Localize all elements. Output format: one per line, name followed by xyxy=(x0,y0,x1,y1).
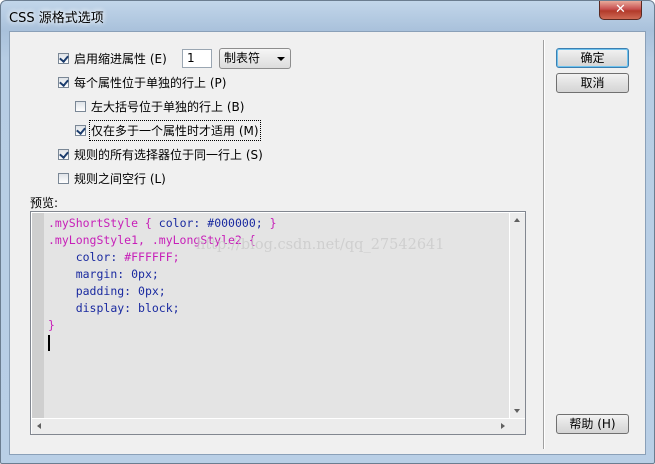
checkbox-checked-icon[interactable] xyxy=(75,124,86,136)
checkbox-checked-icon[interactable] xyxy=(58,148,69,160)
close-button[interactable]: ✕ xyxy=(599,1,642,20)
code-value: #000000; xyxy=(207,216,263,230)
code-brace: } xyxy=(48,318,55,332)
scroll-down-arrow-icon[interactable] xyxy=(514,409,520,413)
title-bar[interactable]: CSS 源格式选项 ✕ xyxy=(1,1,654,31)
code-value: #FFFFFF; xyxy=(124,250,180,264)
css-format-dialog: CSS 源格式选项 ✕ 启用缩进属性 (E) 1 制表符 每个属性位于单独的行上… xyxy=(0,0,655,464)
indent-size-input[interactable]: 1 xyxy=(182,49,212,68)
option-blank-line[interactable]: 规则之间空行 (L) xyxy=(58,169,166,187)
text-caret xyxy=(48,334,50,351)
code-value: 0px; xyxy=(131,267,159,281)
code-property: margin: xyxy=(75,267,125,281)
cancel-button[interactable]: 取消 xyxy=(556,73,629,93)
preview-pane[interactable]: .myShortStyle { color: #000000; } .myLon… xyxy=(30,211,526,435)
ok-button[interactable]: 确定 xyxy=(556,48,629,68)
watermark: http://blog.csdn.net/qq_27542641 xyxy=(196,237,445,253)
vertical-scrollbar[interactable] xyxy=(510,213,525,418)
dialog-body: 启用缩进属性 (E) 1 制表符 每个属性位于单独的行上 (P) 左大括号位于单… xyxy=(9,31,646,455)
option-left-brace[interactable]: 左大括号位于单独的行上 (B) xyxy=(75,97,244,115)
code-line-8 xyxy=(48,334,509,351)
code-line-4: margin: 0px; xyxy=(48,266,509,283)
checkbox-unchecked-icon[interactable] xyxy=(58,172,69,184)
checkbox-checked-icon[interactable] xyxy=(58,76,69,88)
vertical-divider xyxy=(543,40,545,449)
checkbox-unchecked-icon[interactable] xyxy=(75,100,86,112)
option-left-brace-label: 左大括号位于单独的行上 (B) xyxy=(91,99,245,114)
code-line-1: .myShortStyle { color: #000000; } xyxy=(48,215,509,232)
option-selectors-same-line-label: 规则的所有选择器位于同一行上 (S) xyxy=(74,147,263,162)
checkbox-checked-icon[interactable] xyxy=(58,52,69,64)
code-line-7: } xyxy=(48,317,509,334)
code-property: display: xyxy=(75,301,132,315)
scroll-right-arrow-icon[interactable] xyxy=(501,423,505,429)
option-indent-label: 启用缩进属性 (E) xyxy=(74,51,167,66)
option-selectors-same-line[interactable]: 规则的所有选择器位于同一行上 (S) xyxy=(58,145,263,163)
preview-label: 预览: xyxy=(30,196,59,210)
scroll-left-arrow-icon[interactable] xyxy=(37,423,41,429)
horizontal-scrollbar[interactable] xyxy=(32,419,510,434)
code-brace: } xyxy=(269,216,277,230)
indent-unit-select[interactable]: 制表符 xyxy=(219,48,291,69)
scroll-up-arrow-icon[interactable] xyxy=(514,218,520,222)
indent-unit-value: 制表符 xyxy=(224,51,261,65)
option-each-property[interactable]: 每个属性位于单独的行上 (P) xyxy=(58,73,226,91)
code-line-5: padding: 0px; xyxy=(48,283,509,300)
scrollbar-corner xyxy=(510,419,525,434)
option-only-if-more[interactable]: 仅在多于一个属性时才适用 (M) xyxy=(75,119,261,141)
code-preview[interactable]: .myShortStyle { color: #000000; } .myLon… xyxy=(32,213,509,418)
code-property: padding: xyxy=(75,284,132,298)
code-property: color: xyxy=(75,250,118,264)
code-selector: .myShortStyle { xyxy=(48,216,152,230)
code-property: color: xyxy=(158,216,201,230)
dropdown-arrow-icon xyxy=(277,57,285,61)
code-line-6: display: block; xyxy=(48,300,509,317)
option-indent[interactable]: 启用缩进属性 (E) xyxy=(58,49,167,67)
close-icon: ✕ xyxy=(615,2,626,17)
window-title: CSS 源格式选项 xyxy=(9,11,104,26)
option-each-property-label: 每个属性位于单独的行上 (P) xyxy=(74,75,227,90)
option-only-if-more-label: 仅在多于一个属性时才适用 (M) xyxy=(89,119,261,141)
code-value: block; xyxy=(138,301,180,315)
code-value: 0px; xyxy=(138,284,166,298)
help-button[interactable]: 帮助 (H) xyxy=(556,414,629,434)
option-blank-line-label: 规则之间空行 (L) xyxy=(74,171,166,186)
